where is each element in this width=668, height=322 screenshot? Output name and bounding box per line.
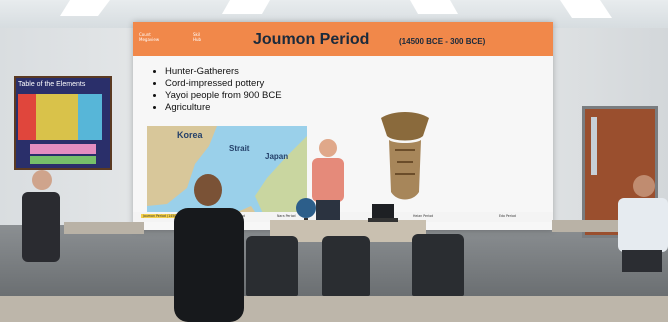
jomon-pottery-image (381, 112, 429, 200)
map-label-korea: Korea (177, 130, 203, 140)
slide-title: Joumon Period (253, 31, 370, 48)
bullet-list: Hunter-Gatherers Cord-impressed pottery … (151, 66, 282, 114)
map-label-japan: Japan (265, 152, 289, 161)
virtual-classroom-scene: Table of the Elements Count Megaview Ski… (0, 0, 668, 322)
student-avatar-center (174, 174, 244, 322)
student-avatar-right (618, 175, 668, 272)
slide-header: Count Megaview Skil Hub Joumon Period (1… (133, 22, 553, 56)
bullet-item: Cord-impressed pottery (165, 78, 282, 90)
header-left-label-4: Hub (193, 37, 202, 42)
front-row-desk (0, 296, 668, 322)
bullet-item: Agriculture (165, 102, 282, 114)
timeline-item: Edo Period (499, 214, 516, 218)
periodic-table-poster: Table of the Elements (14, 76, 112, 170)
slide-date-range: (14500 BCE - 300 BCE) (399, 37, 486, 46)
laptop (368, 204, 398, 222)
timeline-item: Nara Period (277, 214, 296, 218)
map-label-strait: Strait (229, 144, 250, 153)
bullet-item: Hunter-Gatherers (165, 66, 282, 78)
empty-chair (246, 236, 298, 296)
empty-chair (412, 234, 464, 296)
student-avatar-left (22, 170, 60, 262)
timeline-item: Heian Period (413, 214, 434, 218)
element-grid (18, 94, 102, 164)
poster-title: Table of the Elements (18, 81, 86, 88)
header-left-label-2: Megaview (139, 37, 160, 42)
empty-chair (322, 236, 370, 296)
bullet-item: Yayoi people from 900 BCE (165, 90, 282, 102)
student-desk-left (64, 222, 144, 234)
